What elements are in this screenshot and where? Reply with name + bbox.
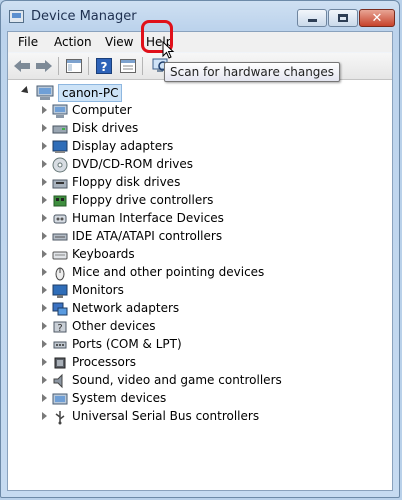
expand-arrow-icon[interactable] (42, 178, 47, 186)
forward-button[interactable] (34, 56, 54, 76)
tree-item-label: IDE ATA/ATAPI controllers (72, 229, 223, 243)
display-adapter-icon (52, 140, 68, 153)
toolbar-separator (88, 57, 89, 75)
hid-icon (53, 214, 67, 224)
console-tree-icon (66, 59, 82, 73)
tree-item-label: System devices (72, 391, 167, 405)
tree-item-label: Floppy drive controllers (72, 193, 214, 207)
expand-arrow-icon[interactable] (42, 124, 47, 132)
tree-root-label: canon-PC (58, 84, 123, 102)
back-button[interactable] (12, 56, 32, 76)
expand-arrow-icon[interactable] (42, 232, 47, 240)
expand-arrow-icon[interactable] (42, 250, 47, 258)
minimize-icon (307, 19, 317, 22)
client-area: File Action View Help ? canon-PC Compute… (7, 31, 393, 491)
monitor-icon (52, 284, 68, 298)
tree-item-label: Human Interface Devices (72, 211, 224, 225)
tree-item-label: Floppy disk drives (72, 175, 181, 189)
expand-arrow-icon[interactable] (42, 394, 47, 402)
expand-arrow-icon[interactable] (42, 286, 47, 294)
tree-item-label: Disk drives (72, 121, 139, 135)
expand-arrow-icon[interactable] (42, 214, 47, 222)
expand-arrow-icon[interactable] (42, 196, 47, 204)
dvd-drive-icon (52, 157, 68, 173)
expand-arrow-icon[interactable] (42, 106, 47, 114)
system-devices-icon (52, 393, 68, 405)
floppy-drive-icon (52, 179, 68, 189)
menu-action[interactable]: Action (54, 35, 92, 49)
show-hide-console-tree-button[interactable] (64, 56, 84, 76)
expand-arrow-icon[interactable] (42, 268, 47, 276)
properties-icon (120, 59, 136, 73)
mouse-icon (55, 267, 65, 281)
computer-icon (36, 85, 54, 100)
tree-item-label: Network adapters (72, 301, 180, 315)
ports-icon (53, 341, 67, 349)
expand-arrow-icon[interactable] (42, 304, 47, 312)
close-icon: ✕ (371, 10, 383, 26)
tree-item-label: Computer (72, 103, 132, 117)
expand-arrow-icon[interactable] (42, 340, 47, 348)
title-bar[interactable]: Device Manager ✕ (1, 1, 399, 31)
help-button[interactable]: ? (94, 56, 114, 76)
device-manager-app-icon[interactable] (9, 10, 24, 23)
device-manager-window: Device Manager ✕ File Action View Help ? (0, 0, 400, 498)
svg-text:?: ? (101, 60, 108, 74)
sound-icon (53, 373, 63, 389)
expand-arrow-icon[interactable] (42, 142, 47, 150)
tree-item-label: Monitors (72, 283, 124, 297)
tree-item-label: DVD/CD-ROM drives (72, 157, 194, 171)
menu-file[interactable]: File (18, 35, 38, 49)
menu-bar: File Action View Help (8, 32, 392, 52)
minimize-button[interactable] (297, 9, 327, 27)
other-devices-icon: ? (53, 321, 67, 334)
expand-arrow-icon[interactable] (42, 412, 47, 420)
maximize-icon (338, 14, 348, 22)
forward-arrow-icon (36, 60, 52, 72)
ide-controller-icon (52, 233, 68, 241)
expand-arrow-icon[interactable] (42, 322, 47, 330)
tooltip: Scan for hardware changes (164, 62, 341, 82)
tree-item-label: Other devices (72, 319, 156, 333)
maximize-button[interactable] (328, 9, 358, 27)
tree-item-label: Processors (72, 355, 137, 369)
network-adapter-icon (52, 302, 68, 316)
expand-arrow-icon[interactable] (42, 358, 47, 366)
disk-drive-icon (52, 125, 68, 134)
device-tree: canon-PC Computer Disk drives Display adap… (8, 80, 392, 490)
tree-item-label: Mice and other pointing devices (72, 265, 265, 279)
toolbar-separator (58, 57, 59, 75)
keyboard-icon (52, 251, 68, 260)
close-button[interactable]: ✕ (359, 9, 395, 27)
usb-icon (55, 411, 65, 425)
window-title: Device Manager (31, 9, 137, 24)
processor-icon (54, 357, 66, 369)
expand-arrow-icon[interactable] (42, 376, 47, 384)
computer-icon (52, 104, 68, 118)
toolbar-separator (142, 57, 143, 75)
help-icon: ? (96, 58, 112, 74)
back-arrow-icon (14, 60, 30, 72)
tree-item-label: Ports (COM & LPT) (72, 337, 182, 351)
tree-item-label: Display adapters (72, 139, 174, 153)
mouse-cursor-icon (162, 41, 175, 59)
properties-button[interactable] (118, 56, 138, 76)
tree-item-label: Keyboards (72, 247, 135, 261)
tree-item-label: Universal Serial Bus controllers (72, 409, 260, 423)
menu-view[interactable]: View (105, 35, 133, 49)
floppy-controller-icon (53, 195, 67, 207)
svg-text:?: ? (57, 323, 62, 334)
collapse-arrow-icon[interactable] (21, 86, 31, 96)
expand-arrow-icon[interactable] (42, 160, 47, 168)
tree-item-label: Sound, video and game controllers (72, 373, 282, 387)
